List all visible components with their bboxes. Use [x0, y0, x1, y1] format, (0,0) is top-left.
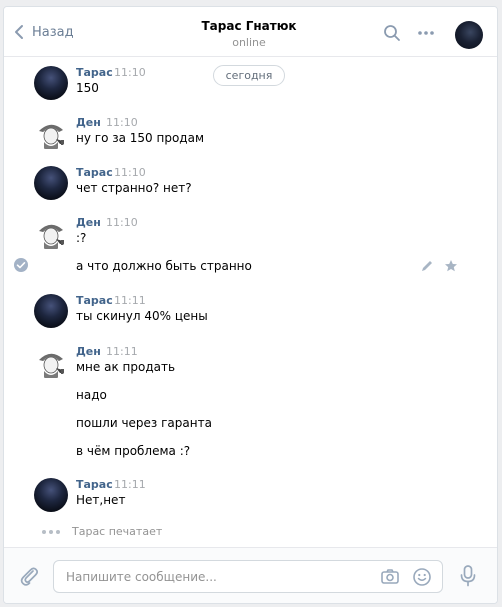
message-time: 11:11: [106, 345, 138, 358]
message-time: 11:11: [114, 478, 146, 491]
back-button[interactable]: Назад: [13, 21, 74, 43]
sherlock-avatar-icon[interactable]: [34, 216, 68, 250]
message-text: пошли через гаранта: [76, 416, 212, 430]
message-history: сегодня Тарас 11:10 150 Ден 11:10 ну го …: [4, 57, 497, 547]
message-author[interactable]: Тарас: [76, 66, 113, 79]
message-text: ну го за 150 продам: [76, 131, 204, 145]
check-circle-icon[interactable]: [14, 258, 28, 272]
peer-avatar[interactable]: [455, 21, 483, 49]
microphone-icon[interactable]: [459, 564, 477, 588]
message-author[interactable]: Ден: [76, 216, 101, 229]
message-text: :?: [76, 231, 87, 245]
peer-name: Тарас Гнатюк: [201, 19, 297, 33]
message-author[interactable]: Тарас: [76, 478, 113, 491]
avatar[interactable]: [34, 66, 68, 100]
chevron-left-icon: [15, 25, 23, 39]
composer: [4, 547, 497, 603]
message-input-box: [53, 560, 443, 593]
message-text: а что должно быть странно: [76, 259, 252, 273]
avatar[interactable]: [34, 478, 68, 512]
back-label: Назад: [32, 24, 74, 40]
search-icon[interactable]: [382, 23, 402, 43]
date-pill[interactable]: сегодня: [213, 65, 285, 86]
typing-text: Тарас печатает: [72, 525, 163, 538]
camera-icon[interactable]: [380, 567, 400, 587]
star-icon[interactable]: [444, 259, 458, 273]
message-text: Нет,нет: [76, 493, 126, 507]
pencil-icon[interactable]: [420, 259, 434, 273]
sherlock-avatar-icon[interactable]: [34, 345, 68, 379]
message-input[interactable]: [66, 568, 366, 586]
chat-window: Назад Тарас Гнатюк online сегодня Тарас …: [3, 6, 498, 604]
paperclip-icon[interactable]: [18, 565, 40, 587]
message-time: 11:10: [114, 66, 146, 79]
message-time: 11:10: [114, 166, 146, 179]
smile-icon[interactable]: [412, 567, 432, 587]
message-author[interactable]: Ден: [76, 116, 101, 129]
avatar[interactable]: [34, 294, 68, 328]
typing-indicator: Тарас печатает: [42, 525, 162, 538]
message-text: чет странно? нет?: [76, 181, 192, 195]
message-time: 11:11: [114, 294, 146, 307]
message-text: мне ак продать: [76, 360, 176, 374]
message-text: надо: [76, 388, 107, 402]
sherlock-avatar-icon[interactable]: [34, 116, 68, 150]
peer-info[interactable]: Тарас Гнатюк online: [154, 19, 344, 49]
message-text: ты скинул 40% цены: [76, 309, 208, 323]
message-author[interactable]: Ден: [76, 345, 101, 358]
typing-dots-icon: [42, 529, 60, 534]
message-author[interactable]: Тарас: [76, 166, 113, 179]
message-time: 11:10: [106, 116, 138, 129]
peer-status: online: [232, 36, 266, 49]
message-text: 150: [76, 81, 99, 95]
avatar[interactable]: [34, 166, 68, 200]
message-author[interactable]: Тарас: [76, 294, 113, 307]
message-time: 11:10: [106, 216, 138, 229]
message-text: в чём проблема :?: [76, 444, 191, 458]
more-dots-icon[interactable]: [416, 23, 436, 43]
chat-header: Назад Тарас Гнатюк online: [4, 7, 497, 57]
